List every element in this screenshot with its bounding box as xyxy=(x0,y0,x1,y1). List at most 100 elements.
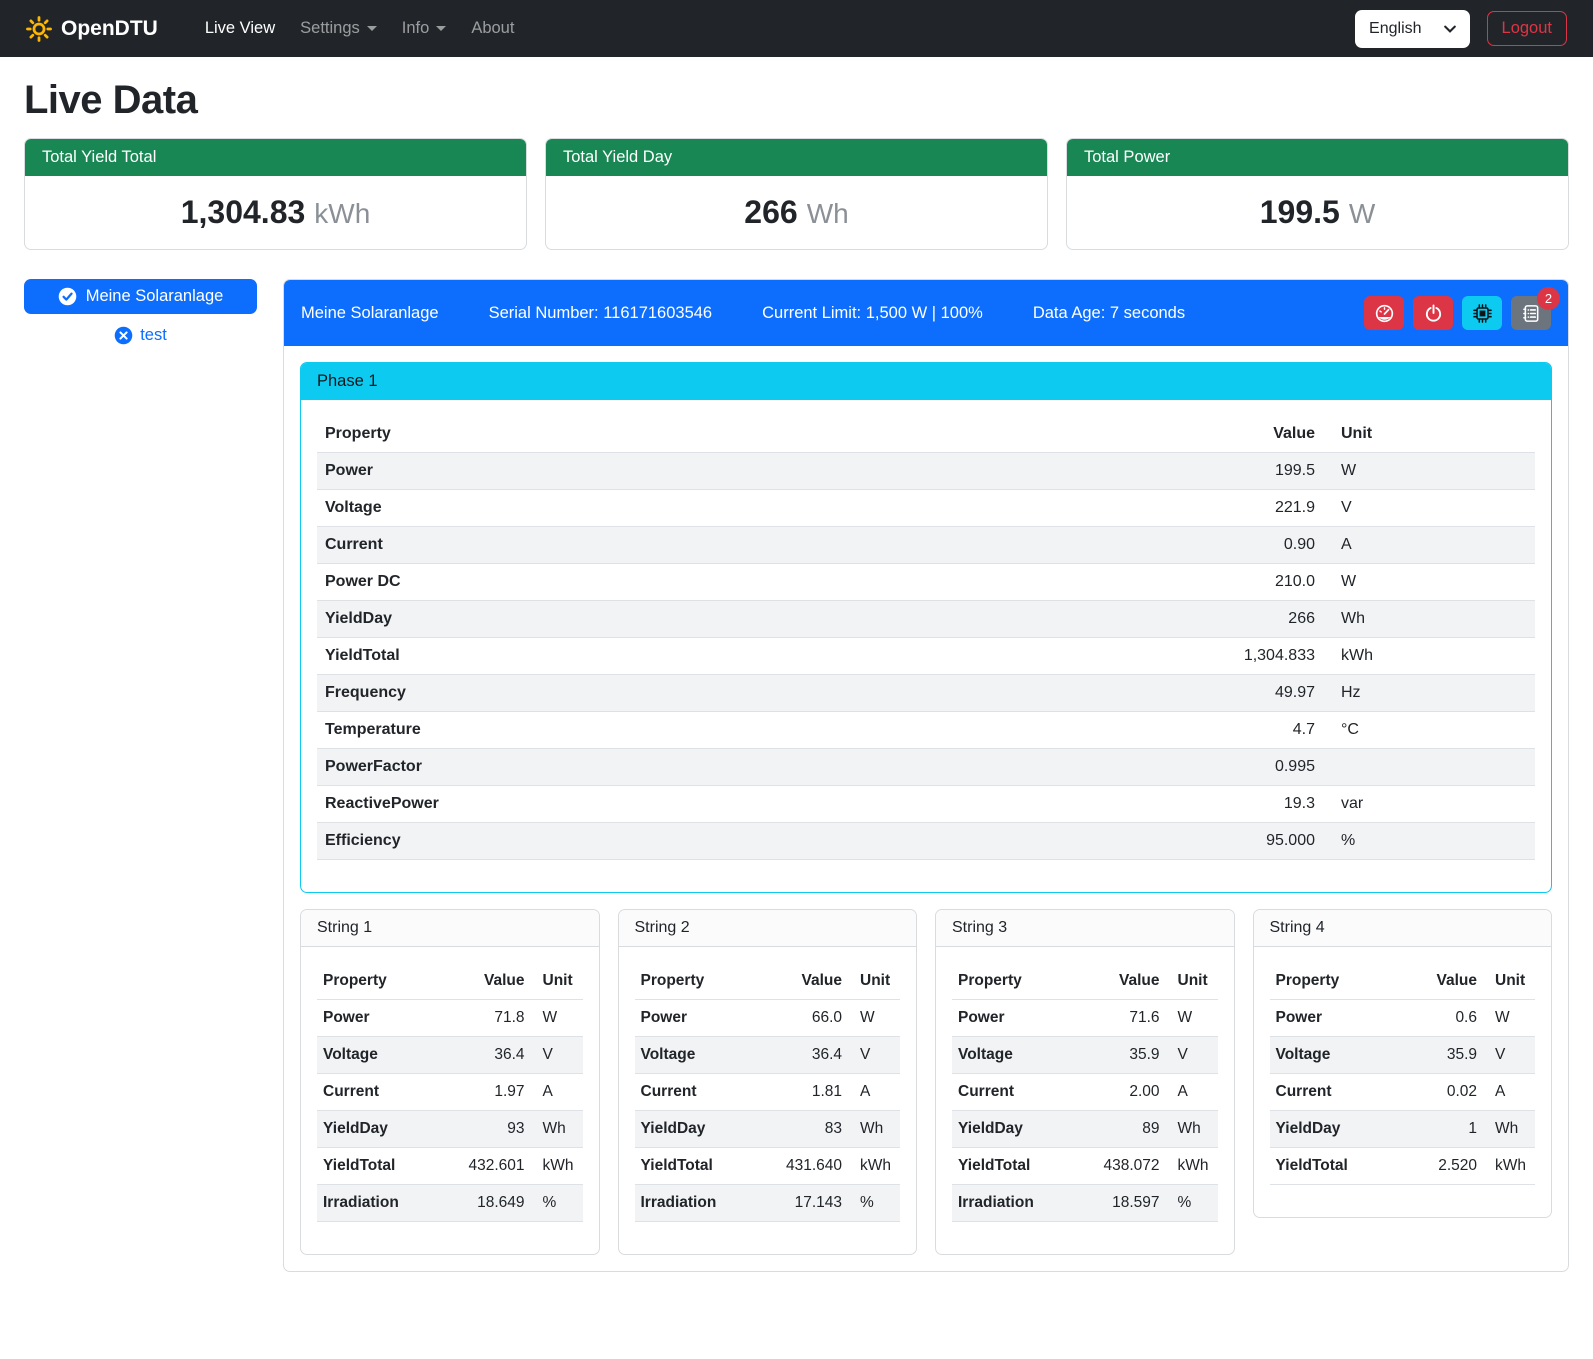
device-info-button[interactable] xyxy=(1462,296,1502,330)
column-unit: Unit xyxy=(1323,416,1535,453)
limit-settings-button[interactable] xyxy=(1364,296,1404,330)
logout-button[interactable]: Logout xyxy=(1487,11,1567,46)
column-unit: Unit xyxy=(848,963,900,1000)
language-select[interactable]: English xyxy=(1355,10,1469,48)
cell-property: YieldTotal xyxy=(317,638,1213,675)
power-button[interactable] xyxy=(1413,296,1453,330)
nav-item-settings[interactable]: Settings xyxy=(300,11,377,46)
inverter-select-button[interactable]: Meine Solaranlage xyxy=(24,279,257,314)
cell-unit: V xyxy=(1323,490,1535,527)
cell-unit: A xyxy=(848,1074,900,1111)
inverter-serial: Serial Number: 116171603546 xyxy=(489,304,713,323)
table-row: YieldTotal1,304.833kWh xyxy=(317,638,1535,675)
cell-unit: A xyxy=(1483,1074,1535,1111)
string-table: Property Value Unit Power71.6WVoltage35.… xyxy=(952,963,1218,1222)
cell-value: 18.597 xyxy=(1084,1185,1166,1222)
cell-value: 95.000 xyxy=(1213,823,1323,860)
sun-icon xyxy=(26,16,52,42)
cell-property: Temperature xyxy=(317,712,1213,749)
phase-table: Property Value Unit Power199.5WVoltage22… xyxy=(317,416,1535,860)
brand[interactable]: OpenDTU xyxy=(26,16,158,42)
inverter-test-link[interactable]: test xyxy=(24,326,257,345)
cell-property: Power DC xyxy=(317,564,1213,601)
chevron-down-icon xyxy=(1444,25,1456,33)
column-property: Property xyxy=(635,963,767,1000)
inverter-select-label: Meine Solaranlage xyxy=(86,287,224,306)
cell-property: Current xyxy=(952,1074,1084,1111)
table-row: Current1.97A xyxy=(317,1074,583,1111)
column-property: Property xyxy=(317,963,449,1000)
column-property: Property xyxy=(952,963,1084,1000)
string-table: Property Value Unit Power0.6WVoltage35.9… xyxy=(1270,963,1536,1185)
nav-item-about-label: About xyxy=(471,19,514,38)
cell-value: 66.0 xyxy=(766,1000,848,1037)
cell-value: 93 xyxy=(449,1111,531,1148)
cell-unit: kWh xyxy=(531,1148,583,1185)
table-row: Voltage35.9V xyxy=(952,1037,1218,1074)
event-count-badge: 2 xyxy=(1537,287,1560,310)
chevron-down-icon xyxy=(436,26,446,31)
cell-property: YieldDay xyxy=(952,1111,1084,1148)
cell-value: 431.640 xyxy=(766,1148,848,1185)
inverter-data-age: Data Age: 7 seconds xyxy=(1033,304,1185,323)
cell-value: 4.7 xyxy=(1213,712,1323,749)
table-row: Temperature4.7°C xyxy=(317,712,1535,749)
nav-item-live-view[interactable]: Live View xyxy=(205,11,275,46)
table-row: YieldDay266Wh xyxy=(317,601,1535,638)
cell-unit: Hz xyxy=(1323,675,1535,712)
table-row: YieldDay1Wh xyxy=(1270,1111,1536,1148)
string-title: String 4 xyxy=(1254,910,1552,947)
cell-value: 71.6 xyxy=(1084,1000,1166,1037)
table-header-row: Property Value Unit xyxy=(952,963,1218,1000)
string-title: String 2 xyxy=(619,910,917,947)
event-log-button[interactable]: 2 xyxy=(1511,296,1551,330)
cell-property: ReactivePower xyxy=(317,786,1213,823)
column-value: Value xyxy=(766,963,848,1000)
inverter-sidebar: Meine Solaranlage test xyxy=(24,279,257,345)
speedometer-icon xyxy=(1375,304,1394,323)
cell-value: 89 xyxy=(1084,1111,1166,1148)
cell-property: YieldTotal xyxy=(635,1148,767,1185)
page-title: Live Data xyxy=(24,78,1569,123)
cell-value: 36.4 xyxy=(449,1037,531,1074)
cell-value: 438.072 xyxy=(1084,1148,1166,1185)
phase-title: Phase 1 xyxy=(301,363,1551,400)
cell-property: Voltage xyxy=(317,490,1213,527)
cell-unit: kWh xyxy=(848,1148,900,1185)
cell-value: 36.4 xyxy=(766,1037,848,1074)
nav-item-info-label: Info xyxy=(402,19,430,38)
cell-value: 0.6 xyxy=(1401,1000,1483,1037)
nav-item-about[interactable]: About xyxy=(471,11,514,46)
column-value: Value xyxy=(1084,963,1166,1000)
table-row: Frequency49.97Hz xyxy=(317,675,1535,712)
cell-value: 83 xyxy=(766,1111,848,1148)
table-row: Power71.6W xyxy=(952,1000,1218,1037)
cell-property: Current xyxy=(317,1074,449,1111)
cell-unit: V xyxy=(1166,1037,1218,1074)
nav-item-info[interactable]: Info xyxy=(402,11,447,46)
cell-value: 19.3 xyxy=(1213,786,1323,823)
cell-unit: % xyxy=(1323,823,1535,860)
table-row: Current1.81A xyxy=(635,1074,901,1111)
cell-property: Irradiation xyxy=(952,1185,1084,1222)
table-row: Irradiation18.597% xyxy=(952,1185,1218,1222)
table-row: Voltage35.9V xyxy=(1270,1037,1536,1074)
column-value: Value xyxy=(1401,963,1483,1000)
cell-property: Voltage xyxy=(635,1037,767,1074)
table-row: YieldTotal432.601kWh xyxy=(317,1148,583,1185)
card-unit: Wh xyxy=(807,198,849,229)
table-row: YieldTotal431.640kWh xyxy=(635,1148,901,1185)
string-panel-1: String 1 Property Value Unit xyxy=(300,909,600,1255)
cell-property: YieldDay xyxy=(317,601,1213,638)
cell-unit: var xyxy=(1323,786,1535,823)
power-icon xyxy=(1424,304,1443,323)
cell-value: 0.02 xyxy=(1401,1074,1483,1111)
cell-value: 35.9 xyxy=(1401,1037,1483,1074)
table-row: YieldTotal2.520kWh xyxy=(1270,1148,1536,1185)
cell-property: YieldDay xyxy=(635,1111,767,1148)
cell-property: Power xyxy=(635,1000,767,1037)
cell-value: 266 xyxy=(1213,601,1323,638)
cell-unit: kWh xyxy=(1166,1148,1218,1185)
table-row: Voltage36.4V xyxy=(635,1037,901,1074)
table-row: Efficiency95.000% xyxy=(317,823,1535,860)
